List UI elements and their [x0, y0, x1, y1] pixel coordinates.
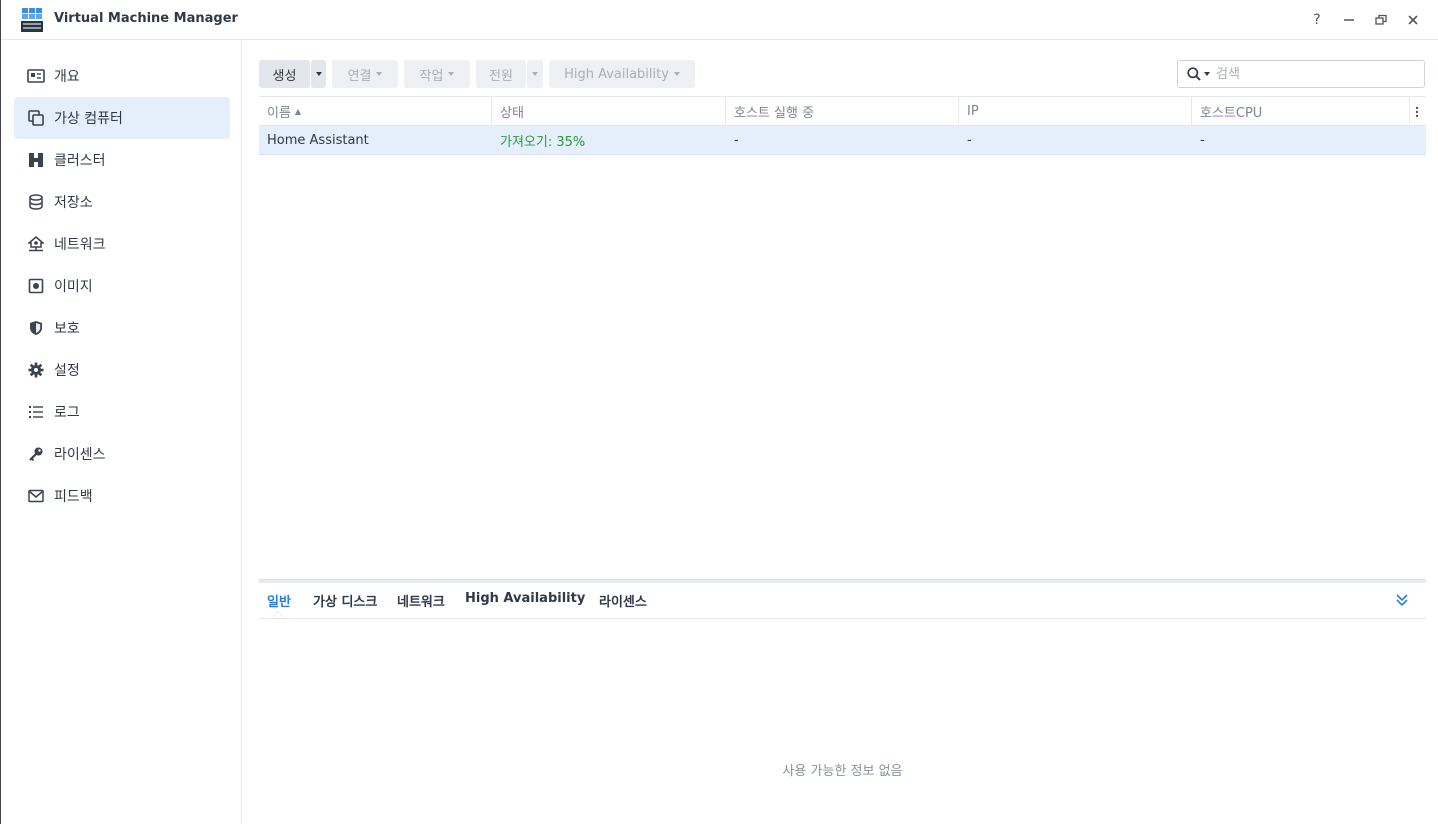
- detail-tabs: 일반 가상 디스크 네트워크 High Availability 라이센스: [259, 583, 1426, 619]
- high-availability-button[interactable]: High Availability: [549, 60, 695, 88]
- column-header-status[interactable]: 상태: [491, 97, 725, 126]
- sidebar-item-overview[interactable]: 개요: [14, 55, 230, 97]
- sidebar-item-storage[interactable]: 저장소: [14, 181, 230, 223]
- mail-icon: [27, 487, 45, 505]
- sidebar-item-virtual-machine[interactable]: 가상 컴퓨터: [14, 97, 230, 139]
- restore-icon[interactable]: [1371, 10, 1391, 30]
- tab-high-availability[interactable]: High Availability: [465, 591, 585, 606]
- sidebar-item-label: 라이센스: [54, 447, 106, 463]
- app-window: Virtual Machine Manager ? 개요 가상 컴퓨터 클러스터…: [0, 0, 1438, 824]
- chevron-down-icon: [673, 72, 680, 76]
- tab-network[interactable]: 네트워크: [397, 591, 445, 610]
- close-icon[interactable]: [1403, 10, 1423, 30]
- sidebar-item-feedback[interactable]: 피드백: [14, 475, 230, 517]
- cell-ip: -: [967, 132, 972, 148]
- table-row[interactable]: Home Assistant 가져오기: 35% - - -: [259, 126, 1426, 155]
- tab-license[interactable]: 라이센스: [599, 591, 647, 610]
- create-button-label: 생성: [272, 68, 297, 84]
- sidebar-item-cluster[interactable]: 클러스터: [14, 139, 230, 181]
- log-icon: [27, 403, 45, 421]
- chevron-down-icon: [1204, 72, 1210, 76]
- cell-host-cpu: -: [1200, 132, 1205, 148]
- sidebar-item-label: 클러스터: [54, 153, 106, 169]
- column-header-name[interactable]: 이름 ▲: [259, 97, 491, 126]
- virtual-machine-icon: [27, 109, 45, 127]
- minimize-icon[interactable]: [1339, 10, 1359, 30]
- action-button[interactable]: 작업: [404, 60, 470, 88]
- power-dropdown-button[interactable]: [527, 60, 543, 88]
- image-icon: [27, 277, 45, 295]
- sidebar-item-label: 이미지: [54, 279, 93, 295]
- gear-icon: [27, 361, 45, 379]
- chevron-down-icon: [315, 72, 322, 76]
- column-header-label: 이름: [267, 106, 291, 121]
- column-header-label: 상태: [500, 106, 524, 121]
- sidebar: 개요 가상 컴퓨터 클러스터 저장소 네트워크 이미지 보호 설정 로그 라이센…: [1, 40, 242, 824]
- key-icon: [27, 445, 45, 463]
- sidebar-item-network[interactable]: 네트워크: [14, 223, 230, 265]
- chevron-down-icon: [376, 72, 383, 76]
- network-icon: [27, 235, 45, 253]
- grid-header: 이름 ▲ 상태 호스트 실행 중 IP 호스트CPU: [259, 96, 1426, 126]
- create-button[interactable]: 생성: [259, 60, 310, 88]
- sidebar-item-label: 저장소: [54, 195, 93, 211]
- app-title: Virtual Machine Manager: [54, 11, 238, 26]
- search-box: [1177, 60, 1425, 88]
- sidebar-item-label: 네트워크: [54, 237, 106, 253]
- power-button[interactable]: 전원: [476, 60, 526, 88]
- sidebar-item-label: 로그: [54, 405, 80, 421]
- create-dropdown-button[interactable]: [311, 60, 326, 88]
- high-availability-button-label: High Availability: [564, 66, 669, 82]
- column-menu-icon[interactable]: [1409, 97, 1426, 126]
- column-header-label: IP: [967, 104, 979, 119]
- chevron-down-icon: [448, 72, 455, 76]
- empty-state-message: 사용 가능한 정보 없음: [782, 764, 903, 779]
- storage-icon: [27, 193, 45, 211]
- search-input[interactable]: [1216, 66, 1406, 82]
- shield-icon: [27, 319, 45, 337]
- sidebar-item-label: 보호: [54, 321, 80, 337]
- action-button-label: 작업: [419, 68, 444, 84]
- chevron-down-icon: [532, 72, 538, 76]
- sidebar-item-log[interactable]: 로그: [14, 391, 230, 433]
- sidebar-item-settings[interactable]: 설정: [14, 349, 230, 391]
- cell-status: 가져오기: 35%: [500, 134, 586, 150]
- column-header-label: 호스트 실행 중: [734, 106, 815, 121]
- search-icon[interactable]: [1187, 67, 1210, 81]
- column-header-host-cpu[interactable]: 호스트CPU: [1191, 97, 1409, 126]
- active-tab-indicator: [272, 611, 284, 617]
- sidebar-item-image[interactable]: 이미지: [14, 265, 230, 307]
- sidebar-item-label: 개요: [54, 69, 80, 85]
- sidebar-item-label: 가상 컴퓨터: [54, 111, 123, 127]
- cell-name: Home Assistant: [267, 132, 369, 148]
- connect-button-label: 연결: [347, 68, 372, 84]
- column-header-label: 호스트CPU: [1200, 106, 1263, 121]
- cell-host: -: [734, 132, 739, 148]
- sort-ascending-icon: ▲: [294, 107, 302, 116]
- cluster-icon: [27, 151, 45, 169]
- tab-virtual-disk[interactable]: 가상 디스크: [313, 591, 377, 610]
- overview-icon: [27, 67, 45, 85]
- power-button-label: 전원: [489, 68, 513, 84]
- app-logo-icon: [21, 8, 43, 32]
- connect-button[interactable]: 연결: [332, 60, 398, 88]
- column-header-host[interactable]: 호스트 실행 중: [725, 97, 958, 126]
- column-header-ip[interactable]: IP: [958, 97, 1191, 126]
- sidebar-item-license[interactable]: 라이센스: [14, 433, 230, 475]
- sidebar-item-label: 설정: [54, 363, 80, 379]
- sidebar-item-protection[interactable]: 보호: [14, 307, 230, 349]
- sidebar-item-label: 피드백: [54, 489, 93, 505]
- collapse-panel-icon[interactable]: [1394, 592, 1410, 608]
- title-bar: Virtual Machine Manager ?: [1, 0, 1438, 40]
- tab-general[interactable]: 일반: [267, 591, 291, 610]
- help-icon[interactable]: ?: [1307, 10, 1327, 30]
